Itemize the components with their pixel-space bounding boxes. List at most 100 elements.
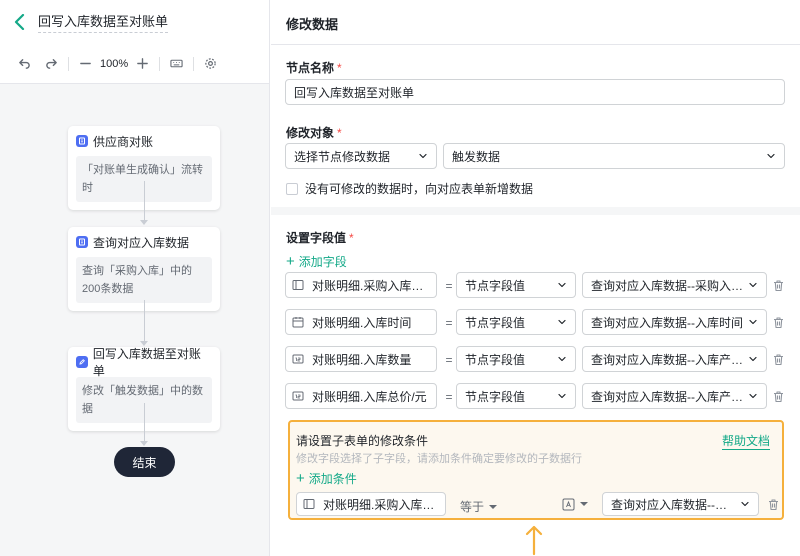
field-select[interactable]: 对账明细.入库总价/元 <box>285 383 437 409</box>
add-if-missing-checkbox[interactable] <box>286 182 298 195</box>
add-condition-button[interactable]: + 添加条件 <box>296 470 357 487</box>
divider <box>271 44 800 45</box>
section-divider <box>271 207 800 215</box>
back-button[interactable] <box>10 12 30 32</box>
redo-icon <box>46 59 57 69</box>
chevron-down-icon <box>749 282 757 288</box>
number-field-icon <box>292 354 304 364</box>
keyboard-button[interactable] <box>170 52 183 76</box>
field-values-label: 设置字段值 * <box>286 231 354 245</box>
chevron-down-icon <box>741 501 749 507</box>
date-field-icon <box>292 317 304 328</box>
end-node[interactable]: 结束 <box>114 447 175 477</box>
toolbar-divider <box>159 56 161 71</box>
connector-arrow <box>140 441 148 446</box>
equals-sign: = <box>445 390 453 404</box>
subform-condition-box: 请设置子表单的修改条件 帮助文档 修改字段选择了子字段，请添加条件确定要修改的子… <box>288 420 784 520</box>
node-name-label: 节点名称 * <box>286 61 342 75</box>
value-type-select[interactable]: 节点字段值 <box>456 309 576 335</box>
flow-canvas: 回写入库数据至对账单 100% 供应商对账 「对账单生成确认」流转时 查询对应入… <box>0 0 270 556</box>
value-source-select[interactable]: 查询对应入库数据--入库产品总数 <box>582 346 767 372</box>
chevron-down-icon <box>558 393 566 399</box>
settings-button[interactable] <box>204 52 217 76</box>
chevron-down-icon <box>558 356 566 362</box>
help-doc-link[interactable]: 帮助文档 <box>721 432 770 450</box>
caret-down-icon <box>580 502 588 506</box>
edit-icon <box>76 356 88 368</box>
condition-field-select[interactable]: 对账明细.采购入库单编码 <box>296 492 446 516</box>
trash-icon[interactable] <box>772 353 785 366</box>
node-title: 供应商对账 <box>93 134 154 149</box>
arrow-up-icon <box>525 525 543 556</box>
chevron-down-icon <box>749 319 757 325</box>
equals-sign: = <box>445 316 453 330</box>
flow-node-query[interactable]: 查询对应入库数据 查询「采购入库」中的200条数据 <box>68 227 220 311</box>
condition-value-type-select[interactable] <box>562 492 588 516</box>
chevron-down-icon <box>749 393 757 399</box>
node-title: 查询对应入库数据 <box>93 235 190 250</box>
plus-icon: + <box>296 469 305 487</box>
subform-condition-hint: 修改字段选择了子字段，请添加条件确定要修改的子数据行 <box>296 453 582 465</box>
text-field-icon <box>303 499 315 509</box>
value-type-select[interactable]: 节点字段值 <box>456 383 576 409</box>
add-field-button[interactable]: + 添加字段 <box>286 253 347 270</box>
condition-operator-select[interactable]: 等于 <box>460 498 498 515</box>
target-label: 修改对象 * <box>286 126 342 140</box>
chevron-down-icon <box>767 153 775 159</box>
condition-value-select[interactable]: 查询对应入库数据--采购... <box>602 492 759 516</box>
trash-icon[interactable] <box>772 279 785 292</box>
connector-line <box>144 181 145 221</box>
query-icon <box>76 236 88 248</box>
number-field-icon <box>292 391 304 401</box>
zoom-out-button[interactable] <box>79 52 92 76</box>
value-source-select[interactable]: 查询对应入库数据--入库时间 <box>582 309 767 335</box>
node-description: 查询「采购入库」中的200条数据 <box>76 257 212 303</box>
chevron-down-icon <box>558 319 566 325</box>
field-select[interactable]: 对账明细.入库时间 <box>285 309 437 335</box>
plus-icon: + <box>286 252 295 270</box>
canvas-toolbar: 100% <box>0 44 269 84</box>
target-data-select[interactable]: 触发数据 <box>443 143 785 169</box>
flow-header: 回写入库数据至对账单 <box>0 0 269 44</box>
text-field-icon <box>292 280 304 290</box>
target-source-select[interactable]: 选择节点修改数据 <box>285 143 437 169</box>
panel-title: 修改数据 <box>286 17 339 32</box>
form-icon <box>76 135 88 147</box>
caret-down-icon <box>489 504 498 509</box>
equals-sign: = <box>445 353 453 367</box>
trash-icon[interactable] <box>767 498 780 511</box>
equals-sign: = <box>445 279 453 293</box>
chevron-down-icon <box>558 282 566 288</box>
node-name-input[interactable]: 回写入库数据至对账单 <box>285 79 785 105</box>
undo-icon <box>19 59 30 69</box>
field-select[interactable]: 对账明细.入库数量 <box>285 346 437 372</box>
node-title: 回写入库数据至对账单 <box>92 347 201 378</box>
config-panel: 修改数据 节点名称 * 回写入库数据至对账单 修改对象 * 选择节点修改数据 触发数… <box>271 0 800 556</box>
trash-icon[interactable] <box>772 390 785 403</box>
chevron-down-icon <box>419 153 427 159</box>
subform-condition-title: 请设置子表单的修改条件 <box>296 434 429 448</box>
flow-title[interactable]: 回写入库数据至对账单 <box>38 11 169 33</box>
undo-button[interactable] <box>18 52 31 76</box>
add-if-missing-option[interactable]: 没有可修改的数据时，向对应表单新增数据 <box>286 180 533 197</box>
toolbar-divider <box>68 56 69 71</box>
plus-icon <box>137 58 148 69</box>
connector-arrow <box>140 220 148 225</box>
value-source-select[interactable]: 查询对应入库数据--采购入库单... <box>582 272 767 298</box>
zoom-level: 100% <box>100 57 129 70</box>
keyboard-icon <box>170 59 183 68</box>
trash-icon[interactable] <box>772 316 785 329</box>
gear-icon <box>205 58 216 69</box>
field-select[interactable]: 对账明细.采购入库单编码 <box>285 272 437 298</box>
zoom-in-button[interactable] <box>136 52 149 76</box>
chevron-down-icon <box>749 356 757 362</box>
value-type-select[interactable]: 节点字段值 <box>456 346 576 372</box>
connector-line <box>144 300 145 342</box>
value-source-select[interactable]: 查询对应入库数据--入库产品采... <box>582 383 767 409</box>
connector-line <box>144 403 145 442</box>
redo-button[interactable] <box>45 52 58 76</box>
minus-icon <box>80 62 91 65</box>
checkbox-label: 没有可修改的数据时，向对应表单新增数据 <box>305 182 534 196</box>
field-value-icon <box>562 498 575 510</box>
value-type-select[interactable]: 节点字段值 <box>456 272 576 298</box>
